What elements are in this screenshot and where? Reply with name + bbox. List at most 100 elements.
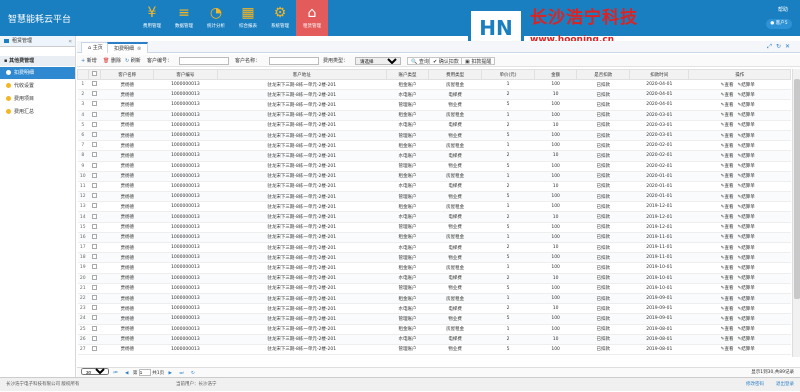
view-action[interactable]: ✎查看: [721, 195, 734, 200]
row-checkbox[interactable]: [88, 293, 101, 305]
table-row[interactable]: 16 贾杨德 1000000013 驻龙宋下三期-8栋一单元-2楼-201 租金账户 房屋…: [77, 232, 791, 244]
view-action[interactable]: ✎查看: [721, 266, 734, 271]
view-action[interactable]: ✎查看: [721, 103, 734, 108]
prev-page-icon[interactable]: ◀: [125, 371, 128, 376]
change-password-link[interactable]: 修改密码: [746, 378, 764, 392]
view-action[interactable]: ✎查看: [721, 184, 734, 189]
delete-button[interactable]: 🗑 删除: [103, 57, 121, 65]
refresh-icon[interactable]: ↻: [776, 43, 785, 50]
table-row[interactable]: 11 贾杨德 1000000013 驻龙宋下三期-8栋一单元-2楼-201 水电账户 电梯…: [77, 181, 791, 193]
row-checkbox[interactable]: [88, 303, 101, 315]
nav-item-3[interactable]: ▦ 综合报表: [232, 3, 264, 35]
settlement-action[interactable]: ✎结算单: [737, 113, 754, 118]
table-row[interactable]: 23 贾杨德 1000000013 驻龙宋下三期-8栋一单元-2楼-201 水电账户 电梯…: [77, 303, 791, 315]
column-header[interactable]: 客户编号: [153, 69, 218, 80]
table-row[interactable]: 25 贾杨德 1000000013 驻龙宋下三期-8栋一单元-2楼-201 租金账户 房屋…: [77, 324, 791, 335]
row-checkbox[interactable]: [88, 242, 101, 254]
settlement-action[interactable]: ✎结算单: [737, 205, 754, 210]
table-row[interactable]: 14 贾杨德 1000000013 驻龙宋下三期-8栋一单元-2楼-201 水电账户 电梯…: [77, 211, 791, 223]
view-action[interactable]: ✎查看: [721, 154, 734, 159]
sidebar-item-0[interactable]: 扣费明细: [0, 67, 75, 79]
table-row[interactable]: 13 贾杨德 1000000013 驻龙宋下三期-8栋一单元-2楼-201 租金账户 房屋…: [77, 201, 791, 213]
row-checkbox[interactable]: [88, 252, 101, 264]
table-row[interactable]: 8 贾杨德 1000000013 驻龙宋下三期-8栋一单元-2楼-201 水电账户 电梯费…: [77, 150, 791, 162]
table-row[interactable]: 27 贾杨德 1000000013 驻龙宋下三期-8栋一单元-2楼-201 管理账户 物业…: [77, 344, 791, 356]
row-checkbox[interactable]: [88, 79, 101, 91]
settlement-action[interactable]: ✎结算单: [737, 103, 754, 108]
table-row[interactable]: 17 贾杨德 1000000013 驻龙宋下三期-8栋一单元-2楼-201 水电账户 电梯…: [77, 242, 791, 254]
view-action[interactable]: ✎查看: [721, 134, 734, 139]
view-action[interactable]: ✎查看: [721, 286, 734, 291]
settlement-action[interactable]: ✎结算单: [737, 327, 754, 332]
column-header[interactable]: 费用类型: [428, 69, 483, 80]
settlement-action[interactable]: ✎结算单: [737, 93, 754, 98]
next-page-icon[interactable]: ▶: [169, 371, 172, 376]
table-row[interactable]: 24 贾杨德 1000000013 驻龙宋下三期-8栋一单元-2楼-201 管理账户 物业…: [77, 313, 791, 325]
view-action[interactable]: ✎查看: [721, 307, 734, 312]
column-header[interactable]: 单价(元): [481, 69, 535, 80]
settlement-action[interactable]: ✎结算单: [737, 347, 754, 352]
confirm-deduct-button[interactable]: ✔ 确认扣款: [429, 57, 463, 65]
column-header[interactable]: 账户类型: [385, 69, 430, 80]
settlement-action[interactable]: ✎结算单: [737, 123, 754, 128]
deduct-remind-button[interactable]: ▣ 扣款提醒: [461, 57, 496, 65]
row-checkbox[interactable]: [88, 181, 101, 193]
vertical-scrollbar[interactable]: [792, 69, 800, 357]
row-checkbox[interactable]: [88, 140, 101, 152]
table-row[interactable]: 3 贾杨德 1000000013 驻龙宋下三期-8栋一单元-2楼-201 管理账户 物业费…: [77, 99, 791, 111]
view-action[interactable]: ✎查看: [721, 246, 734, 251]
tab-deduct-detail[interactable]: 扣费明细 ⊗: [107, 42, 149, 53]
view-action[interactable]: ✎查看: [721, 144, 734, 149]
view-action[interactable]: ✎查看: [721, 347, 734, 352]
row-checkbox[interactable]: [88, 191, 101, 203]
table-row[interactable]: 15 贾杨德 1000000013 驻龙宋下三期-8栋一单元-2楼-201 管理账户 物业…: [77, 222, 791, 233]
settlement-action[interactable]: ✎结算单: [737, 184, 754, 189]
settlement-action[interactable]: ✎结算单: [737, 174, 754, 179]
sidebar-item-3[interactable]: 费用汇总: [0, 106, 75, 118]
add-button[interactable]: + 新增: [81, 57, 97, 65]
row-checkbox[interactable]: [88, 89, 101, 101]
column-header[interactable]: 金额: [533, 69, 578, 80]
view-action[interactable]: ✎查看: [721, 215, 734, 220]
row-checkbox[interactable]: [88, 201, 101, 213]
row-checkbox[interactable]: [88, 324, 101, 335]
view-action[interactable]: ✎查看: [721, 235, 734, 240]
sidebar-item-2[interactable]: 费用项目: [0, 93, 75, 105]
table-row[interactable]: 26 贾杨德 1000000013 驻龙宋下三期-8栋一单元-2楼-201 水电账户 电梯…: [77, 334, 791, 345]
customer-name-input[interactable]: [269, 57, 319, 65]
nav-item-1[interactable]: ≡ 数据管理: [168, 3, 200, 35]
settlement-action[interactable]: ✎结算单: [737, 276, 754, 281]
first-page-icon[interactable]: ⏮: [113, 371, 117, 376]
row-checkbox[interactable]: [88, 344, 101, 356]
table-row[interactable]: 22 贾杨德 1000000013 驻龙宋下三期-8栋一单元-2楼-201 租金账户 房屋…: [77, 293, 791, 305]
table-row[interactable]: 18 贾杨德 1000000013 驻龙宋下三期-8栋一单元-2楼-201 管理账户 物业…: [77, 252, 791, 264]
close-all-icon[interactable]: ✕: [785, 43, 794, 50]
last-page-icon[interactable]: ⏭: [179, 371, 183, 376]
view-action[interactable]: ✎查看: [721, 256, 734, 261]
settlement-action[interactable]: ✎结算单: [737, 154, 754, 159]
settlement-action[interactable]: ✎结算单: [737, 317, 754, 322]
table-row[interactable]: 6 贾杨德 1000000013 驻龙宋下三期-8栋一单元-2楼-201 管理账户 物业费…: [77, 130, 791, 142]
view-action[interactable]: ✎查看: [721, 113, 734, 118]
row-checkbox[interactable]: [88, 262, 101, 274]
page-input[interactable]: [138, 369, 151, 376]
row-checkbox[interactable]: [88, 171, 101, 182]
view-action[interactable]: ✎查看: [721, 297, 734, 302]
table-row[interactable]: 4 贾杨德 1000000013 驻龙宋下三期-8栋一单元-2楼-201 租金账户 房屋租…: [77, 110, 791, 121]
scrollbar-thumb[interactable]: [794, 79, 800, 299]
reload-icon[interactable]: ↻: [191, 371, 195, 376]
view-action[interactable]: ✎查看: [721, 205, 734, 210]
table-row[interactable]: 19 贾杨德 1000000013 驻龙宋下三期-8栋一单元-2楼-201 租金账户 房屋…: [77, 262, 791, 274]
view-action[interactable]: ✎查看: [721, 337, 734, 342]
nav-item-0[interactable]: ¥ 费用管理: [136, 3, 168, 35]
settlement-action[interactable]: ✎结算单: [737, 266, 754, 271]
row-checkbox[interactable]: [88, 334, 101, 345]
row-checkbox[interactable]: [88, 120, 101, 131]
table-row[interactable]: 2 贾杨德 1000000013 驻龙宋下三期-8栋一单元-2楼-201 水电账户 电梯费…: [77, 89, 791, 101]
table-row[interactable]: 21 贾杨德 1000000013 驻龙宋下三期-8栋一单元-2楼-201 管理账户 物业…: [77, 283, 791, 294]
view-action[interactable]: ✎查看: [721, 123, 734, 128]
column-header[interactable]: 是否扣款: [576, 69, 631, 80]
settlement-action[interactable]: ✎结算单: [737, 235, 754, 240]
refresh-button[interactable]: ↻ 刷新: [125, 57, 141, 65]
customer-no-input[interactable]: [179, 57, 229, 65]
